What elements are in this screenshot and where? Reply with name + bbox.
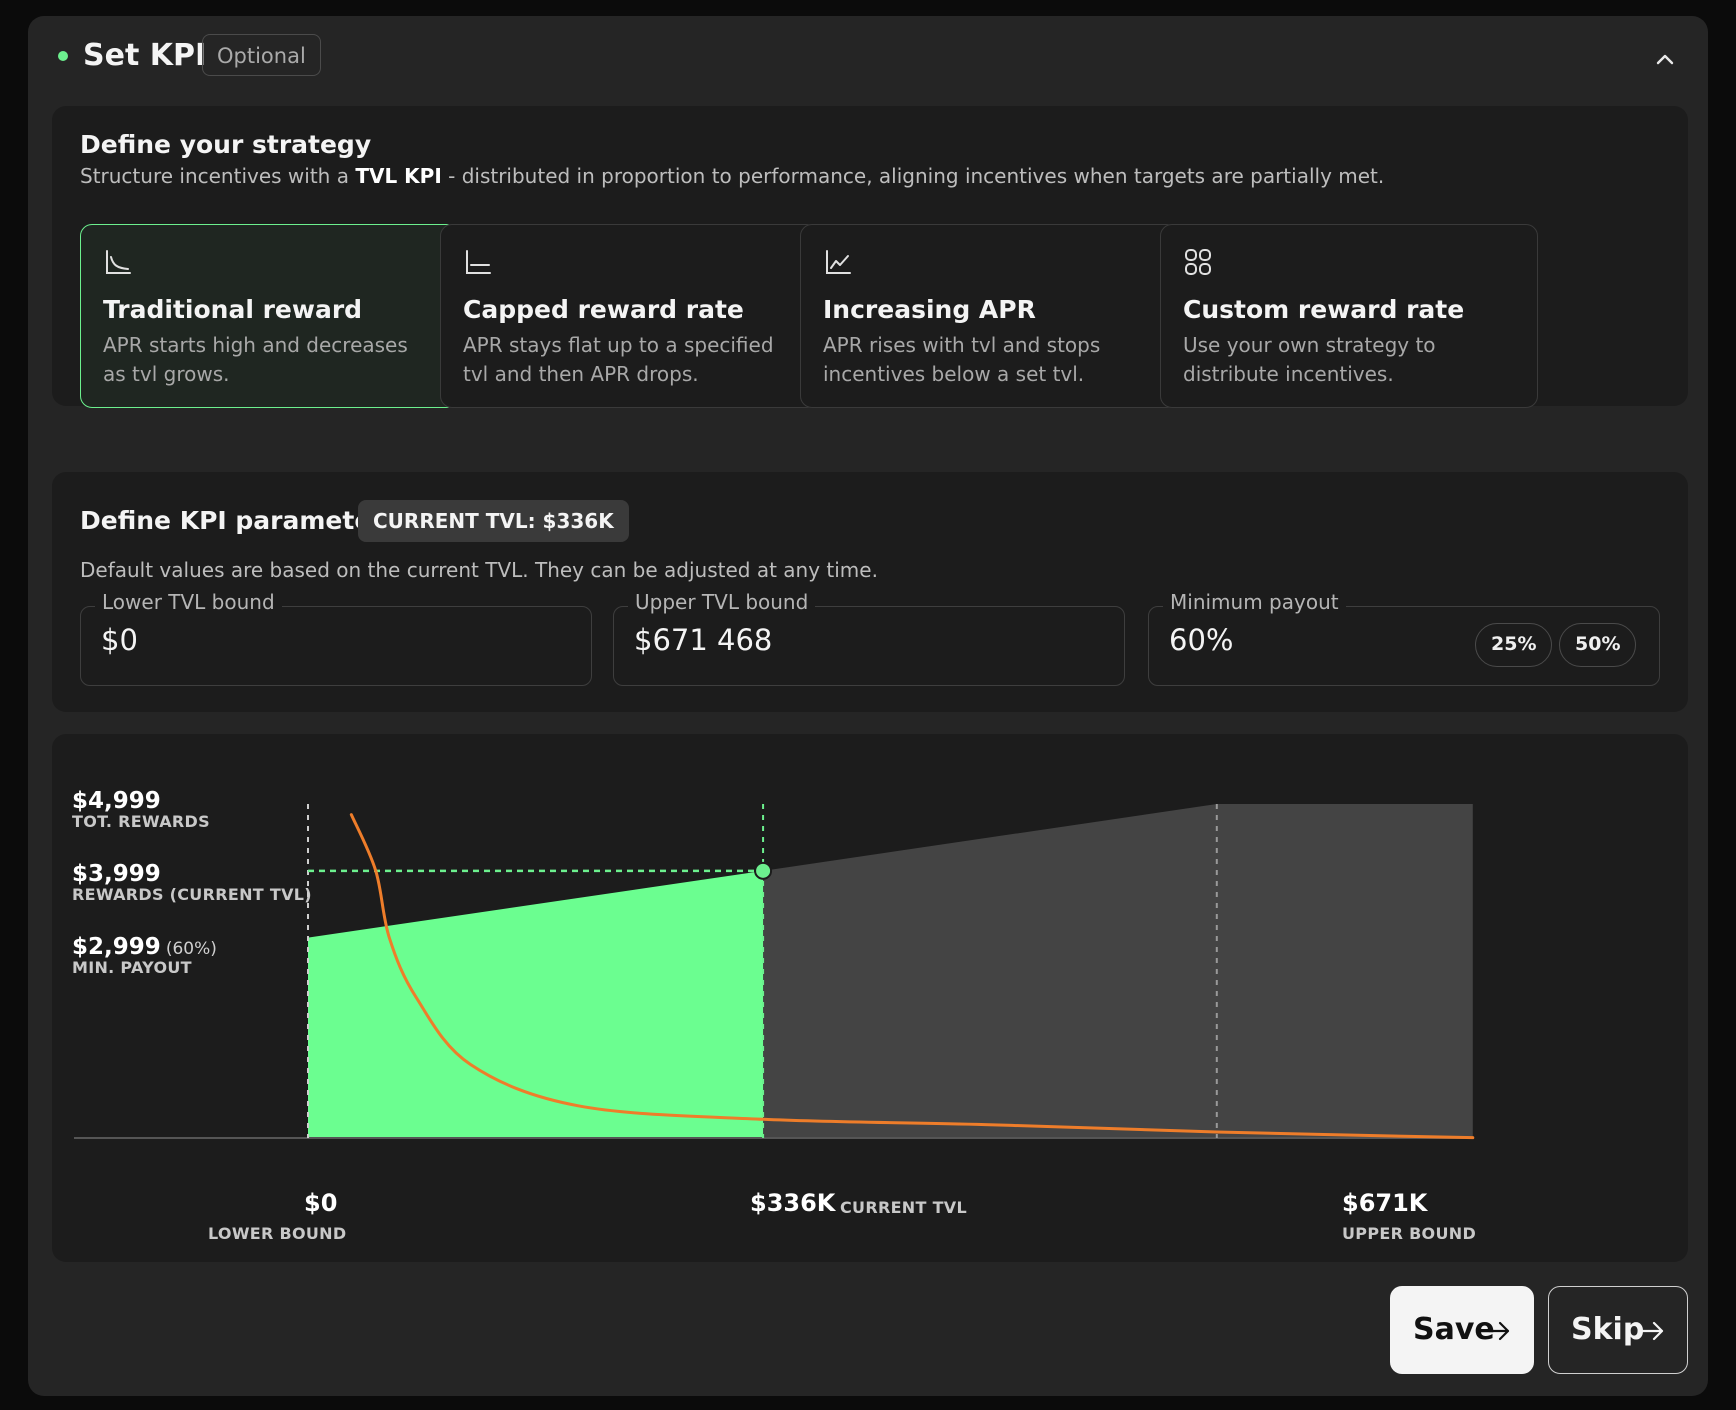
minimum-payout-field[interactable]: Minimum payout 25% 50% xyxy=(1148,590,1660,686)
x-value-lower: $0 xyxy=(304,1189,338,1217)
strategy-title: Define your strategy xyxy=(80,130,372,159)
lower-tvl-field[interactable]: Lower TVL bound xyxy=(80,590,592,686)
option-increasing-apr[interactable]: Increasing APR APR rises with tvl and st… xyxy=(800,224,1178,408)
skip-button[interactable]: Skip xyxy=(1548,1286,1688,1374)
panel-header[interactable]: Set KPI Optional xyxy=(28,16,1708,104)
achieved-rewards-area xyxy=(308,870,764,1138)
x-caption-lower: LOWER BOUND xyxy=(208,1224,347,1243)
field-label: Minimum payout xyxy=(1163,590,1346,614)
field-label: Upper TVL bound xyxy=(628,590,816,614)
optional-badge: Optional xyxy=(202,34,321,76)
option-description: APR stays flat up to a specified tvl and… xyxy=(463,333,774,386)
current-tvl-badge: CURRENT TVL: $336K xyxy=(358,500,629,542)
skip-label: Skip xyxy=(1571,1312,1645,1347)
tvl-kpi-emphasis: TVL KPI xyxy=(355,164,442,188)
payout-25-button[interactable]: 25% xyxy=(1475,623,1553,667)
x-value-upper: $671K xyxy=(1342,1189,1428,1217)
kpi-chart-card: $4,999 TOT. REWARDS $3,999 REWARDS (CURR… xyxy=(52,734,1688,1262)
x-value-current: $336K xyxy=(750,1189,836,1217)
option-description: APR rises with tvl and stops incentives … xyxy=(823,333,1101,386)
kpi-chart xyxy=(74,804,1475,1140)
option-capped-reward-rate[interactable]: Capped reward rate APR stays flat up to … xyxy=(440,224,818,408)
params-subtitle: Default values are based on the current … xyxy=(80,558,878,582)
option-custom-reward-rate[interactable]: Custom reward rate Use your own strategy… xyxy=(1160,224,1538,408)
arrow-right-icon xyxy=(1641,1321,1664,1341)
payout-50-button[interactable]: 50% xyxy=(1559,623,1637,667)
strategy-card: Define your strategy Structure incentive… xyxy=(52,106,1688,408)
x-caption-upper: UPPER BOUND xyxy=(1342,1224,1477,1243)
option-description: APR starts high and decreases as tvl gro… xyxy=(103,333,408,386)
save-label: Save xyxy=(1413,1312,1495,1347)
chevron-up-icon xyxy=(1656,54,1674,65)
option-title: Custom reward rate xyxy=(1183,295,1465,324)
minimum-payout-input[interactable] xyxy=(1169,623,1369,657)
status-dot xyxy=(58,51,68,61)
remaining-rewards-area xyxy=(763,804,1473,1138)
option-description: Use your own strategy to distribute ince… xyxy=(1183,333,1436,386)
params-title: Define KPI parameters xyxy=(80,506,399,535)
arrow-right-icon xyxy=(1487,1321,1510,1341)
strategy-subtitle: Structure incentives with a TVL KPI - di… xyxy=(80,164,1385,188)
x-caption-current: CURRENT TVL xyxy=(840,1198,967,1217)
current-tvl-point xyxy=(754,861,773,880)
upper-tvl-input[interactable] xyxy=(634,623,934,657)
grid-icon xyxy=(1185,249,1211,275)
option-title: Traditional reward xyxy=(103,295,363,324)
lower-tvl-input[interactable] xyxy=(101,623,401,657)
upper-tvl-field[interactable]: Upper TVL bound xyxy=(613,590,1125,686)
section-title: Set KPI xyxy=(83,38,207,73)
save-button[interactable]: Save xyxy=(1390,1286,1534,1374)
chart-increasing-icon xyxy=(826,250,851,274)
kpi-params-card: Define KPI parameters CURRENT TVL: $336K… xyxy=(52,472,1688,712)
option-title: Capped reward rate xyxy=(463,295,744,324)
chart-decreasing-icon xyxy=(106,250,131,274)
collapse-button[interactable] xyxy=(1650,44,1680,74)
chart-flat-icon xyxy=(466,250,491,274)
field-label: Lower TVL bound xyxy=(95,590,282,614)
option-title: Increasing APR xyxy=(823,295,1036,324)
set-kpi-panel: Set KPI Optional Define your strategy St… xyxy=(28,16,1708,1396)
option-traditional-reward[interactable]: Traditional reward APR starts high and d… xyxy=(80,224,458,408)
